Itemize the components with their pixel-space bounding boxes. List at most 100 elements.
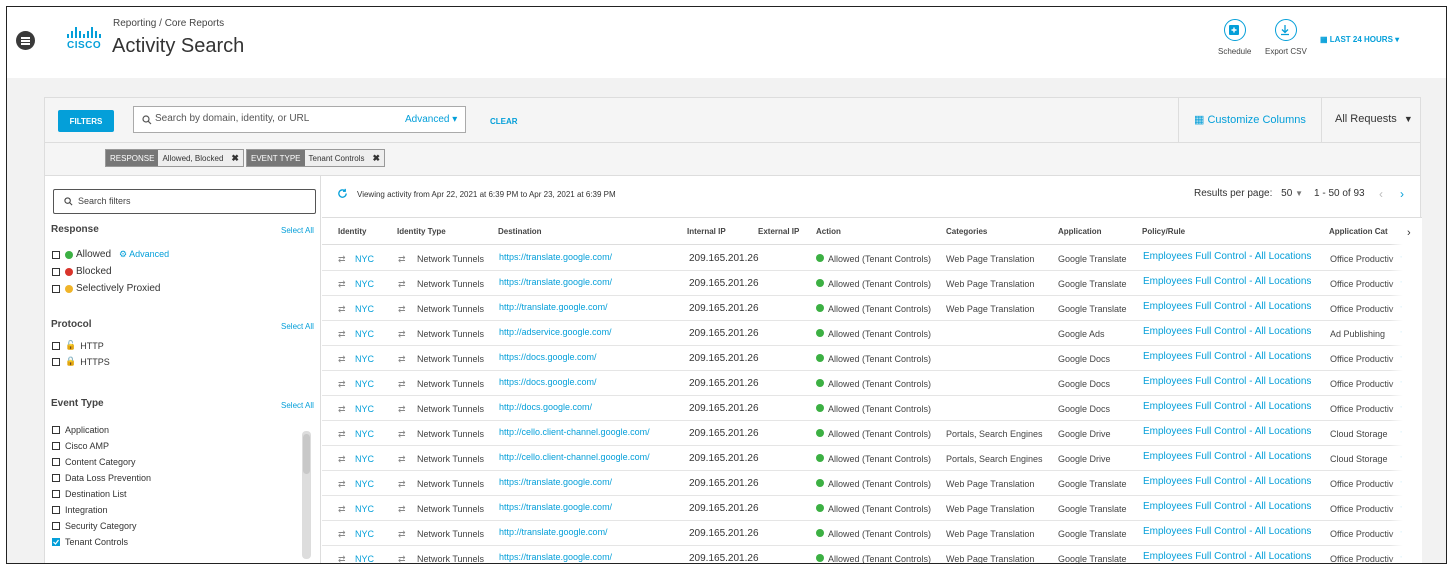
remove-chip-icon[interactable]: ✖ — [368, 150, 385, 166]
checkbox[interactable] — [52, 250, 60, 259]
policy-link[interactable]: Employees Full Control - All Locations — [1143, 351, 1311, 362]
checkbox[interactable] — [52, 458, 60, 466]
destination-link[interactable]: https://translate.google.com/ — [499, 552, 612, 562]
destination-link[interactable]: http://translate.google.com/ — [499, 527, 608, 537]
event-type-select-all[interactable]: Select All — [281, 401, 314, 410]
identity-link[interactable]: NYC — [355, 429, 374, 439]
table-row[interactable]: ⇄ NYC ⇄ Network Tunnels http://translate.goo… — [322, 521, 1422, 546]
checkbox[interactable] — [52, 267, 60, 276]
checkbox[interactable] — [52, 284, 60, 293]
table-row[interactable]: ⇄ NYC ⇄ Network Tunnels http://cello.client-… — [322, 446, 1422, 471]
identity-link[interactable]: NYC — [355, 379, 374, 389]
event-type-option[interactable]: Application — [52, 425, 109, 435]
table-row[interactable]: ⇄ NYC ⇄ Network Tunnels http://translate.goo… — [322, 296, 1422, 321]
remove-chip-icon[interactable]: ✖ — [227, 150, 243, 166]
policy-link[interactable]: Employees Full Control - All Locations — [1143, 326, 1311, 337]
policy-link[interactable]: Employees Full Control - All Locations — [1143, 451, 1311, 462]
policy-link[interactable]: Employees Full Control - All Locations — [1143, 501, 1311, 512]
response-option-blocked[interactable]: Blocked — [52, 266, 112, 277]
event-type-option[interactable]: Data Loss Prevention — [52, 473, 151, 483]
response-option-selectively-proxied[interactable]: Selectively Proxied — [52, 283, 160, 294]
policy-link[interactable]: Employees Full Control - All Locations — [1143, 301, 1311, 312]
table-row[interactable]: ⇄ NYC ⇄ Network Tunnels https://translate.go… — [322, 271, 1422, 296]
all-requests-dropdown[interactable]: All Requests ▼ — [1321, 98, 1422, 143]
destination-link[interactable]: http://translate.google.com/ — [499, 302, 608, 312]
advanced-search-dropdown[interactable]: Advanced ▾ — [405, 114, 457, 125]
event-type-option[interactable]: Cisco AMP — [52, 441, 109, 451]
column-header[interactable]: Application Cat — [1329, 227, 1388, 236]
schedule-button[interactable]: Schedule — [1218, 19, 1251, 56]
checkbox[interactable] — [52, 341, 60, 350]
response-advanced-link[interactable]: ⚙ Advanced — [119, 249, 169, 260]
checkbox[interactable] — [52, 442, 60, 450]
response-option-allowed[interactable]: Allowed ⚙ Advanced — [52, 249, 169, 260]
checkbox[interactable] — [52, 522, 60, 530]
identity-link[interactable]: NYC — [355, 254, 374, 264]
column-header[interactable]: External IP — [758, 227, 799, 236]
policy-link[interactable]: Employees Full Control - All Locations — [1143, 426, 1311, 437]
clear-button[interactable]: CLEAR — [490, 117, 518, 126]
table-row[interactable]: ⇄ NYC ⇄ Network Tunnels https://docs.google.… — [322, 371, 1422, 396]
filter-search-input[interactable] — [78, 196, 278, 206]
checkbox[interactable] — [52, 426, 60, 434]
identity-link[interactable]: NYC — [355, 479, 374, 489]
export-csv-button[interactable]: Export CSV — [1265, 19, 1307, 56]
response-select-all[interactable]: Select All — [281, 226, 314, 235]
policy-link[interactable]: Employees Full Control - All Locations — [1143, 476, 1311, 487]
policy-link[interactable]: Employees Full Control - All Locations — [1143, 251, 1311, 262]
column-header[interactable]: Internal IP — [687, 227, 726, 236]
policy-link[interactable]: Employees Full Control - All Locations — [1143, 376, 1311, 387]
filter-chip-event-type[interactable]: EVENT TYPE Tenant Controls ✖ — [246, 149, 386, 167]
protocol-select-all[interactable]: Select All — [281, 322, 314, 331]
checkbox[interactable] — [52, 474, 60, 482]
identity-link[interactable]: NYC — [355, 354, 374, 364]
table-row[interactable]: ⇄ NYC ⇄ Network Tunnels https://docs.google.… — [322, 346, 1422, 371]
destination-link[interactable]: http://docs.google.com/ — [499, 402, 592, 412]
search-box[interactable]: Advanced ▾ — [133, 106, 466, 133]
checkbox[interactable] — [52, 490, 60, 498]
destination-link[interactable]: https://translate.google.com/ — [499, 502, 612, 512]
protocol-option-http[interactable]: 🔓 HTTP — [52, 340, 104, 351]
table-row[interactable]: ⇄ NYC ⇄ Network Tunnels http://cello.client-… — [322, 421, 1422, 446]
destination-link[interactable]: https://translate.google.com/ — [499, 252, 612, 262]
table-row[interactable]: ⇄ NYC ⇄ Network Tunnels http://adservice.goo… — [322, 321, 1422, 346]
destination-link[interactable]: https://translate.google.com/ — [499, 277, 612, 287]
event-type-option[interactable]: Destination List — [52, 489, 127, 499]
identity-link[interactable]: NYC — [355, 329, 374, 339]
chevron-left-icon[interactable]: ‹ — [1379, 187, 1383, 201]
time-range-dropdown[interactable]: ▦ LAST 24 HOURS ▾ — [1320, 35, 1399, 44]
event-type-option[interactable]: Integration — [52, 505, 108, 515]
table-row[interactable]: ⇄ NYC ⇄ Network Tunnels https://translate.go… — [322, 246, 1422, 271]
table-row[interactable]: ⇄ NYC ⇄ Network Tunnels https://translate.go… — [322, 546, 1422, 563]
table-row[interactable]: ⇄ NYC ⇄ Network Tunnels https://translate.go… — [322, 496, 1422, 521]
chevron-right-icon[interactable]: › — [1400, 187, 1404, 201]
column-header[interactable]: Destination — [498, 227, 542, 236]
column-header[interactable]: Action — [816, 227, 841, 236]
column-header[interactable]: Identity Type — [397, 227, 446, 236]
column-header[interactable]: Policy/Rule — [1142, 227, 1185, 236]
destination-link[interactable]: http://adservice.google.com/ — [499, 327, 612, 337]
protocol-option-https[interactable]: 🔒 HTTPS — [52, 356, 110, 367]
destination-link[interactable]: https://docs.google.com/ — [499, 377, 597, 387]
breadcrumb[interactable]: Reporting / Core Reports — [113, 18, 224, 29]
destination-link[interactable]: https://translate.google.com/ — [499, 477, 612, 487]
checkbox[interactable] — [52, 357, 60, 366]
policy-link[interactable]: Employees Full Control - All Locations — [1143, 526, 1311, 537]
checkbox[interactable] — [52, 506, 60, 514]
event-type-option[interactable]: Content Category — [52, 457, 136, 467]
filter-search-box[interactable] — [53, 189, 316, 214]
search-input[interactable] — [155, 113, 405, 124]
policy-link[interactable]: Employees Full Control - All Locations — [1143, 401, 1311, 412]
column-header[interactable]: Categories — [946, 227, 987, 236]
destination-link[interactable]: http://cello.client-channel.google.com/ — [499, 452, 650, 462]
policy-link[interactable]: Employees Full Control - All Locations — [1143, 551, 1311, 562]
column-header[interactable]: Application — [1058, 227, 1102, 236]
sidebar-scrollbar[interactable] — [302, 431, 311, 559]
identity-link[interactable]: NYC — [355, 529, 374, 539]
destination-link[interactable]: http://cello.client-channel.google.com/ — [499, 427, 650, 437]
checkbox-checked[interactable] — [52, 538, 60, 546]
column-header[interactable]: Identity — [338, 227, 366, 236]
table-row[interactable]: ⇄ NYC ⇄ Network Tunnels http://docs.google.c… — [322, 396, 1422, 421]
per-page-select[interactable]: 50 ▼ — [1281, 188, 1303, 199]
identity-link[interactable]: NYC — [355, 504, 374, 514]
